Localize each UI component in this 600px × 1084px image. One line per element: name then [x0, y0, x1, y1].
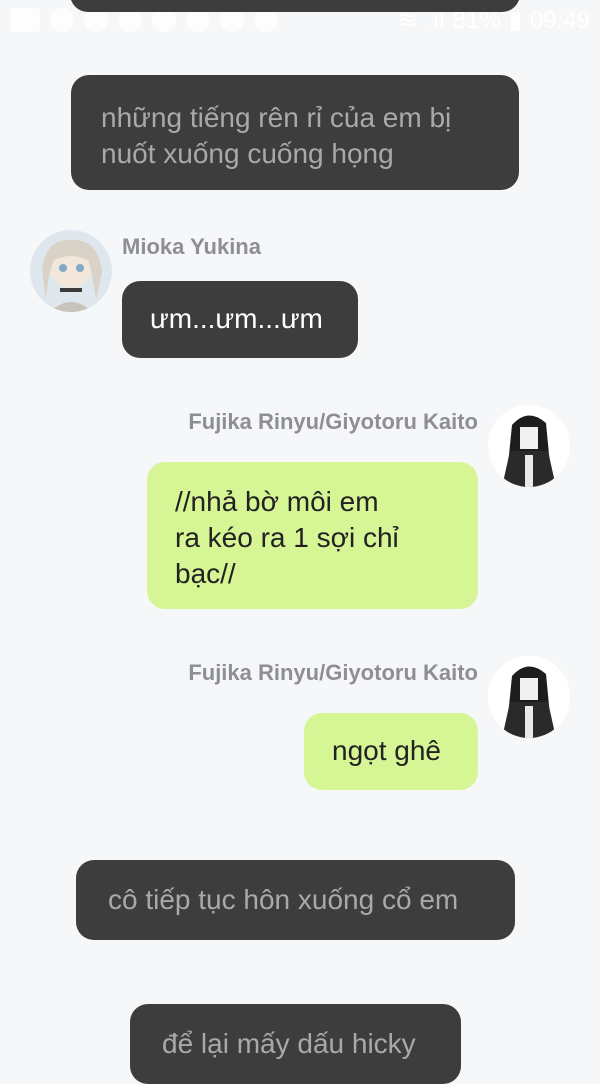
clock: 09:49 — [529, 6, 590, 34]
sender-name: Mioka Yukina — [122, 234, 261, 259]
message-bubble[interactable]: ngọt ghê — [304, 713, 478, 790]
partial-message-bubble — [70, 0, 520, 12]
message-text: cô tiếp tục hôn xuống cổ em — [108, 884, 459, 915]
avatar[interactable] — [488, 405, 570, 487]
message-text: những tiếng rên rỉ của em bị nuốt xuống … — [101, 102, 452, 169]
battery-icon: ▮ — [508, 7, 522, 34]
sender-name: Fujika Rinyu/Giyotoru Kaito — [188, 409, 478, 434]
avatar[interactable] — [488, 656, 570, 738]
avatar[interactable] — [30, 230, 112, 312]
chat-icon — [10, 8, 40, 32]
message-text: ngọt ghê — [332, 735, 441, 766]
message-text: ưm...ưm...ưm — [150, 303, 323, 334]
message-bubble[interactable]: //nhả bờ môi em ra kéo ra 1 sợi chỉ bạc/… — [147, 462, 478, 609]
sender-name: Fujika Rinyu/Giyotoru Kaito — [188, 660, 478, 685]
narration-bubble: những tiếng rên rỉ của em bị nuốt xuống … — [71, 75, 519, 190]
message-bubble[interactable]: ưm...ưm...ưm — [122, 281, 358, 358]
narration-bubble: để lại mấy dấu hicky — [130, 1004, 461, 1084]
notification-icon — [50, 8, 74, 32]
message-text: //nhả bờ môi em ra kéo ra 1 sợi chỉ bạc/… — [175, 486, 399, 589]
message-text: để lại mấy dấu hicky — [162, 1028, 416, 1059]
narration-bubble: cô tiếp tục hôn xuống cổ em — [76, 860, 515, 940]
